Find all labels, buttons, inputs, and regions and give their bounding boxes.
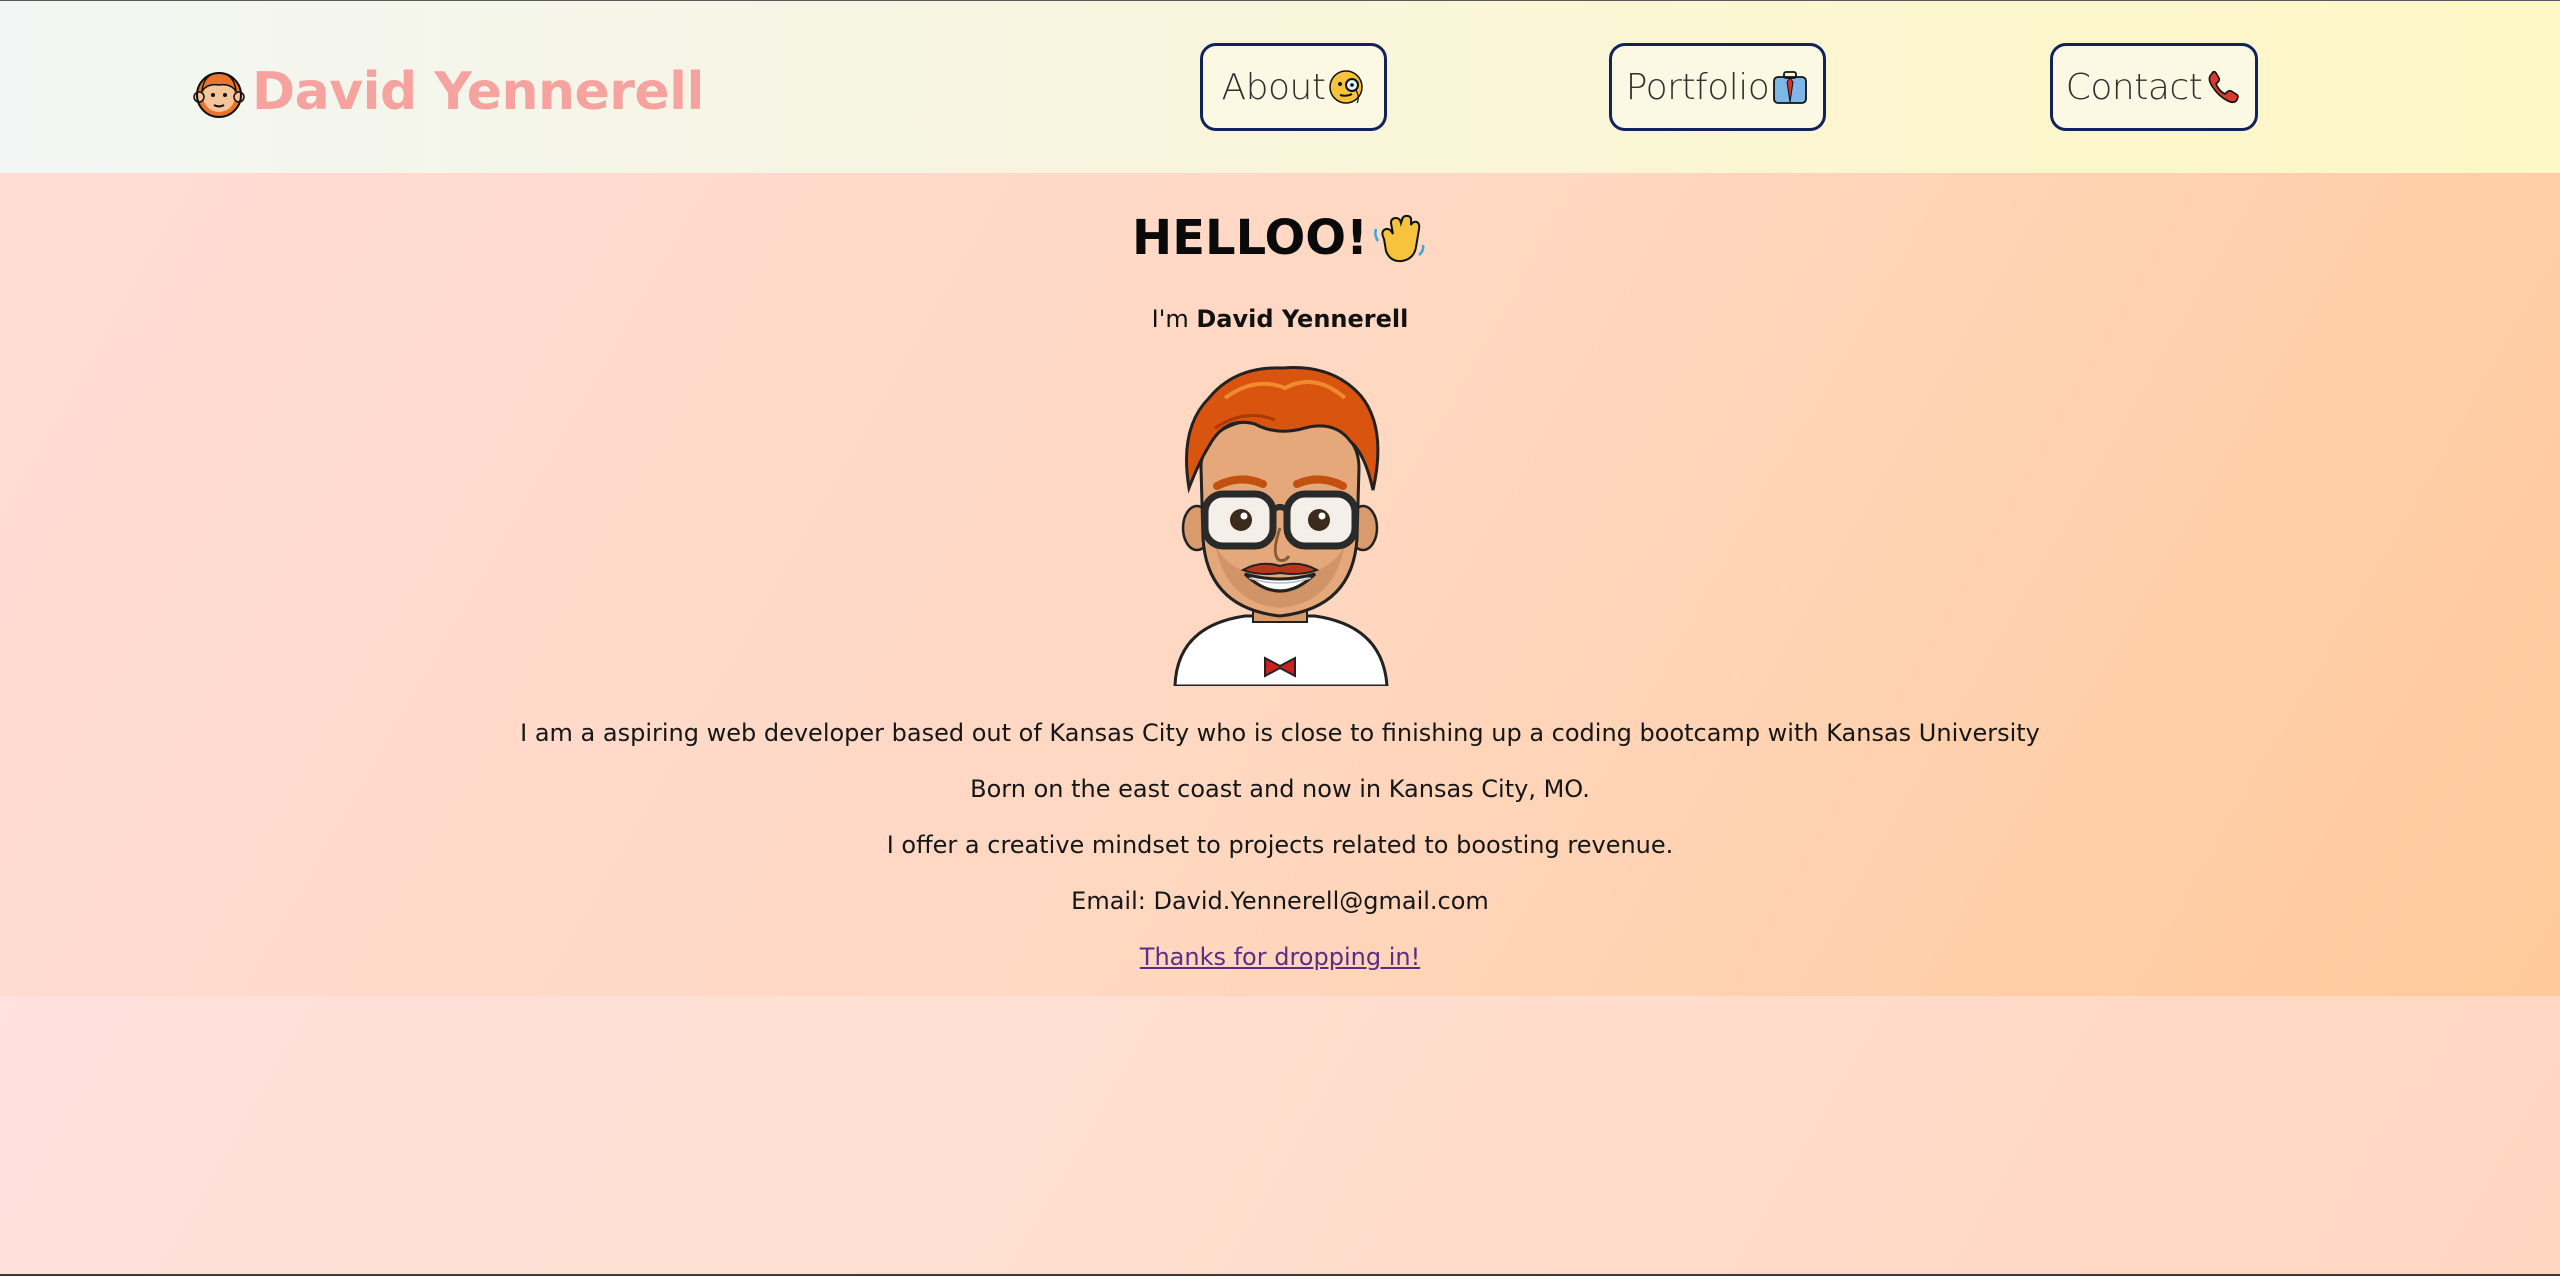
waving-hand-icon bbox=[1374, 214, 1425, 263]
nav-contact-button[interactable]: Contact bbox=[2050, 43, 2258, 131]
brand[interactable]: David Yennerell bbox=[190, 57, 704, 127]
nav-about-button[interactable]: About bbox=[1200, 43, 1387, 131]
greeting-text: HELLOO! bbox=[1132, 210, 1368, 266]
briefcase-icon bbox=[1773, 71, 1808, 104]
intro-name: David Yennerell bbox=[1196, 305, 1409, 333]
offer-paragraph: I offer a creative mindset to projects r… bbox=[886, 831, 1674, 859]
brand-name: David Yennerell bbox=[252, 62, 704, 122]
site-header: David Yennerell About Portfolio Contact bbox=[0, 1, 2560, 173]
thanks-link[interactable]: Thanks for dropping in! bbox=[0, 943, 2560, 971]
main-content: HELLOO! I'm David Yennerell I am a aspir… bbox=[0, 173, 2560, 996]
monocle-face-icon bbox=[1329, 70, 1364, 104]
nav-contact-label: Contact bbox=[2065, 66, 2203, 108]
location-paragraph: Born on the east coast and now in Kansas… bbox=[970, 775, 1590, 803]
greeting: HELLOO! bbox=[0, 209, 2560, 267]
avatar-illustration bbox=[1173, 366, 1389, 686]
red-haired-man-icon bbox=[193, 72, 245, 118]
bio-paragraph: I am a aspiring web developer based out … bbox=[520, 719, 2040, 747]
avatar bbox=[1165, 358, 1395, 686]
nav-about-label: About bbox=[1221, 66, 1326, 108]
nav-portfolio-label: Portfolio bbox=[1625, 66, 1770, 108]
intro-prefix: I'm bbox=[1151, 305, 1189, 333]
nav-portfolio-button[interactable]: Portfolio bbox=[1609, 43, 1826, 131]
intro-line: I'm David Yennerell bbox=[0, 305, 2560, 333]
telephone-receiver-icon bbox=[2208, 70, 2240, 104]
email-paragraph: Email: David.Yennerell@gmail.com bbox=[1071, 887, 1489, 915]
